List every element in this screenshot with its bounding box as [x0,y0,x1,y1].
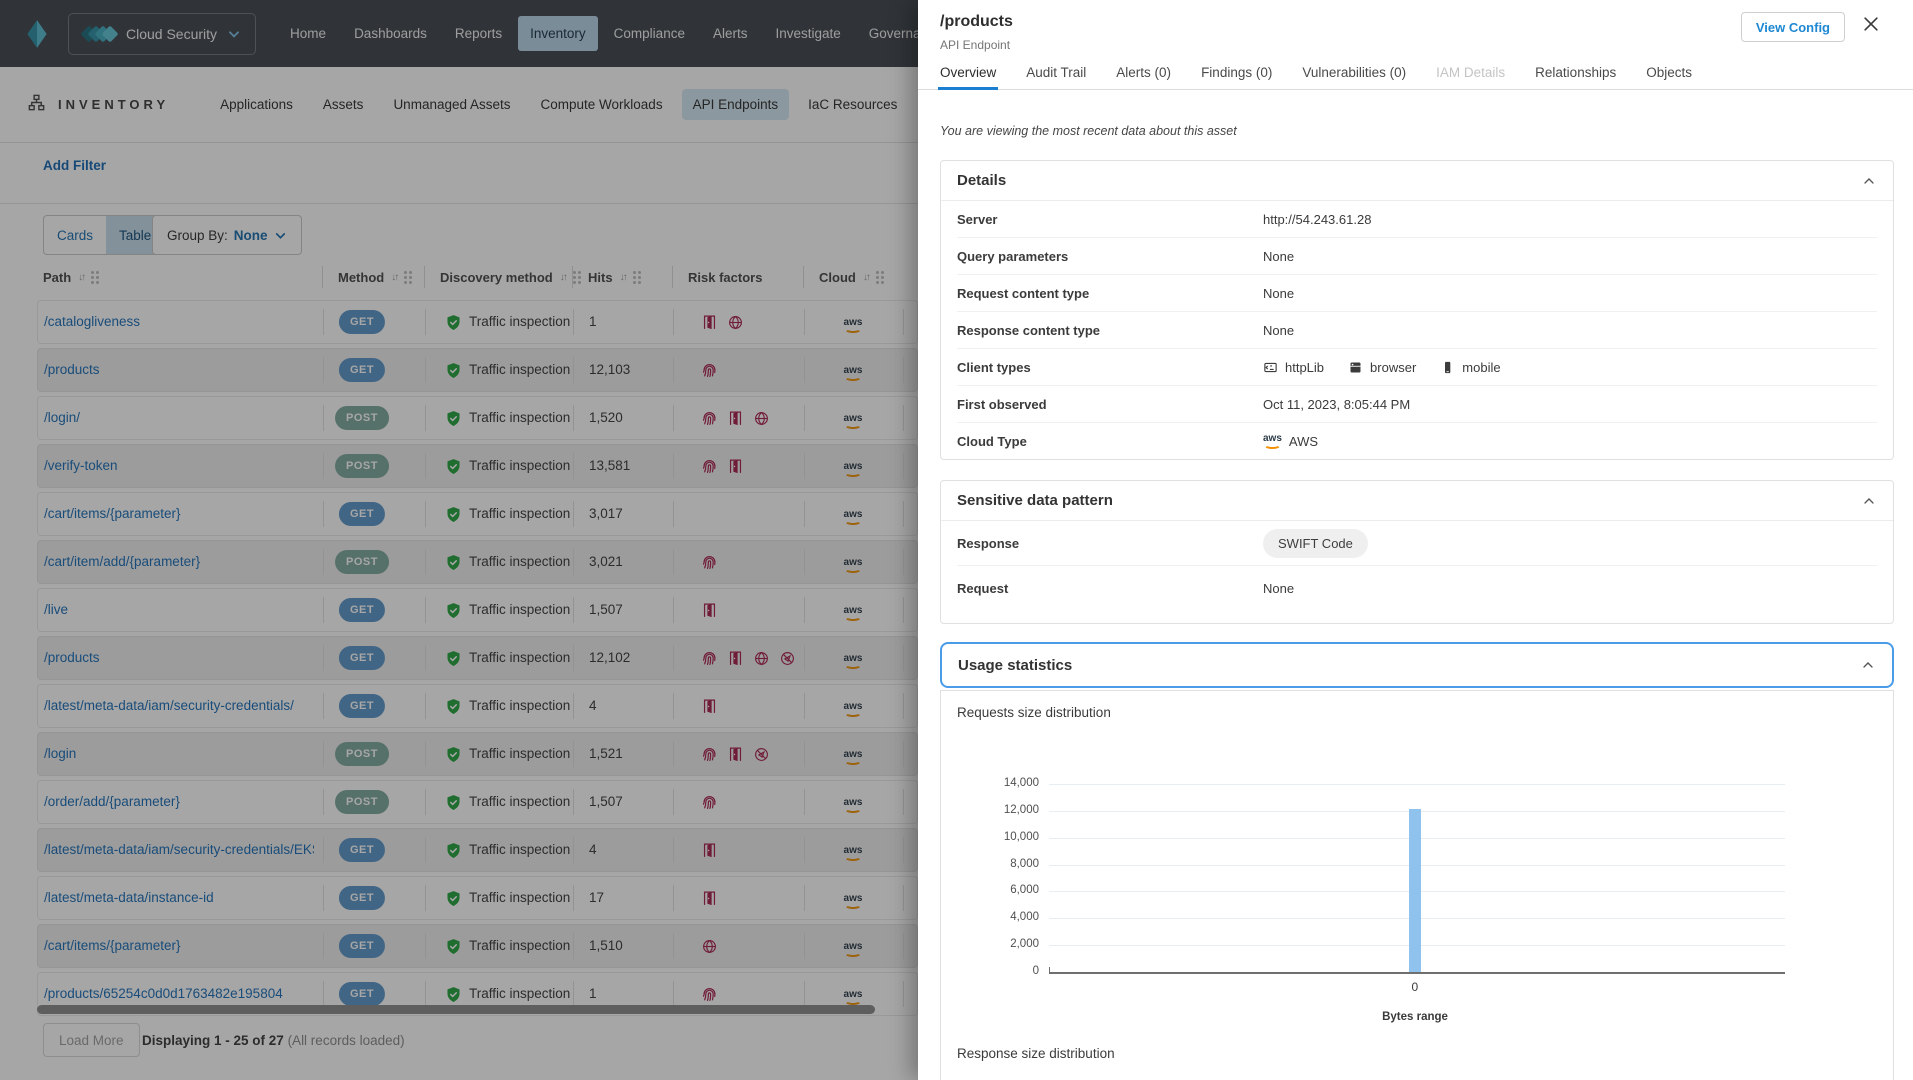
tab-vulnerabilities-0[interactable]: Vulnerabilities (0) [1302,56,1406,89]
chevron-up-icon[interactable] [1860,657,1876,673]
detail-row: Serverhttp://54.243.61.28 [957,201,1877,238]
usage-statistics-header[interactable]: Usage statistics [940,642,1894,688]
chart-y-tick-label: 4,000 [941,911,1039,923]
usage-title: Usage statistics [958,657,1072,674]
tab-overview[interactable]: Overview [940,56,996,89]
chart-x-axis-label: Bytes range [1382,1011,1448,1023]
chevron-up-icon[interactable] [1861,173,1877,189]
usage-statistics-body: Requests size distribution 14,00012,0001… [940,690,1894,1080]
details-card: Details Serverhttp://54.243.61.28Query p… [940,160,1894,460]
chart-axis-tick [1049,967,1050,973]
httplib-icon [1263,360,1278,375]
panel-title: /products [940,13,1013,31]
browser-icon [1348,360,1363,375]
chart-y-tick-label: 14,000 [941,777,1039,789]
detail-row: Cloud Typeaws AWS [957,423,1877,460]
detail-value: None [1263,286,1294,301]
detail-value: httpLib browser mobile [1263,360,1501,375]
client-type: httpLib [1263,360,1324,375]
response-chart-title: Response size distribution [957,1046,1115,1061]
tab-objects[interactable]: Objects [1646,56,1692,89]
close-icon[interactable] [1861,14,1883,36]
client-type: mobile [1440,360,1500,375]
detail-label: Query parameters [957,249,1263,264]
detail-row: Query parametersNone [957,238,1877,275]
sensitive-value: None [1263,581,1294,596]
sensitive-row: ResponseSWIFT Code [957,521,1877,566]
chart-x-axis [1049,972,1785,974]
detail-label: Response content type [957,323,1263,338]
detail-value-text: Oct 11, 2023, 8:05:44 PM [1263,397,1410,412]
sensitive-title: Sensitive data pattern [957,492,1113,509]
detail-label: Client types [957,360,1263,375]
client-type-label: mobile [1462,360,1500,375]
tab-audit-trail[interactable]: Audit Trail [1026,56,1086,89]
sensitive-rows: ResponseSWIFT CodeRequestNone [941,521,1893,611]
chart-y-tick-label: 2,000 [941,938,1039,950]
modal-dim-overlay[interactable] [0,0,918,1080]
chart-y-tick-label: 12,000 [941,804,1039,816]
tab-findings-0[interactable]: Findings (0) [1201,56,1272,89]
detail-value: Oct 11, 2023, 8:05:44 PM [1263,397,1410,412]
details-title: Details [957,172,1006,189]
sensitive-row: RequestNone [957,566,1877,611]
client-type-label: browser [1370,360,1416,375]
details-card-header[interactable]: Details [941,161,1893,201]
sensitive-data-card: Sensitive data pattern ResponseSWIFT Cod… [940,480,1894,624]
sensitive-data-pill: SWIFT Code [1263,529,1368,558]
sensitive-card-header[interactable]: Sensitive data pattern [941,481,1893,521]
detail-label: Server [957,212,1263,227]
tab-iam-details: IAM Details [1436,56,1505,89]
detail-row: First observedOct 11, 2023, 8:05:44 PM [957,386,1877,423]
detail-row: Client types httpLib browser mobile [957,349,1877,386]
detail-value: None [1263,249,1294,264]
chart-y-tick-label: 6,000 [941,884,1039,896]
detail-row: Response content typeNone [957,312,1877,349]
chart-y-tick-label: 0 [941,965,1039,977]
view-config-button[interactable]: View Config [1741,12,1845,42]
detail-value: aws AWS [1263,434,1318,449]
chart-gridline [1049,784,1785,785]
chart-bar [1409,809,1421,972]
detail-value-text: http://54.243.61.28 [1263,212,1371,227]
chart-x-tick-label: 0 [1411,980,1418,994]
detail-value: None [1263,323,1294,338]
details-rows: Serverhttp://54.243.61.28Query parameter… [941,201,1893,460]
panel-tabs: Overview Audit Trail Alerts (0) Findings (0… [918,56,1913,90]
detail-label: Request content type [957,286,1263,301]
detail-value-text: None [1263,323,1294,338]
detail-value-text: None [1263,286,1294,301]
asset-detail-panel: /products API Endpoint View Config Overv… [918,0,1913,1080]
sensitive-label: Request [957,581,1263,596]
detail-label: First observed [957,397,1263,412]
detail-row: Request content typeNone [957,275,1877,312]
aws-icon: aws [1263,434,1282,449]
detail-value-text: None [1263,249,1294,264]
client-type-label: httpLib [1285,360,1324,375]
tab-alerts-0[interactable]: Alerts (0) [1116,56,1171,89]
detail-value: http://54.243.61.28 [1263,212,1371,227]
recent-data-note: You are viewing the most recent data abo… [940,124,1237,138]
cloud-type-value: AWS [1289,434,1318,449]
sensitive-label: Response [957,536,1263,551]
panel-subtitle: API Endpoint [940,38,1010,52]
client-type: browser [1348,360,1416,375]
chart-y-tick-label: 10,000 [941,831,1039,843]
tab-relationships[interactable]: Relationships [1535,56,1616,89]
mobile-icon [1440,360,1455,375]
chart-y-tick-label: 8,000 [941,858,1039,870]
detail-label: Cloud Type [957,434,1263,449]
chevron-up-icon[interactable] [1861,493,1877,509]
